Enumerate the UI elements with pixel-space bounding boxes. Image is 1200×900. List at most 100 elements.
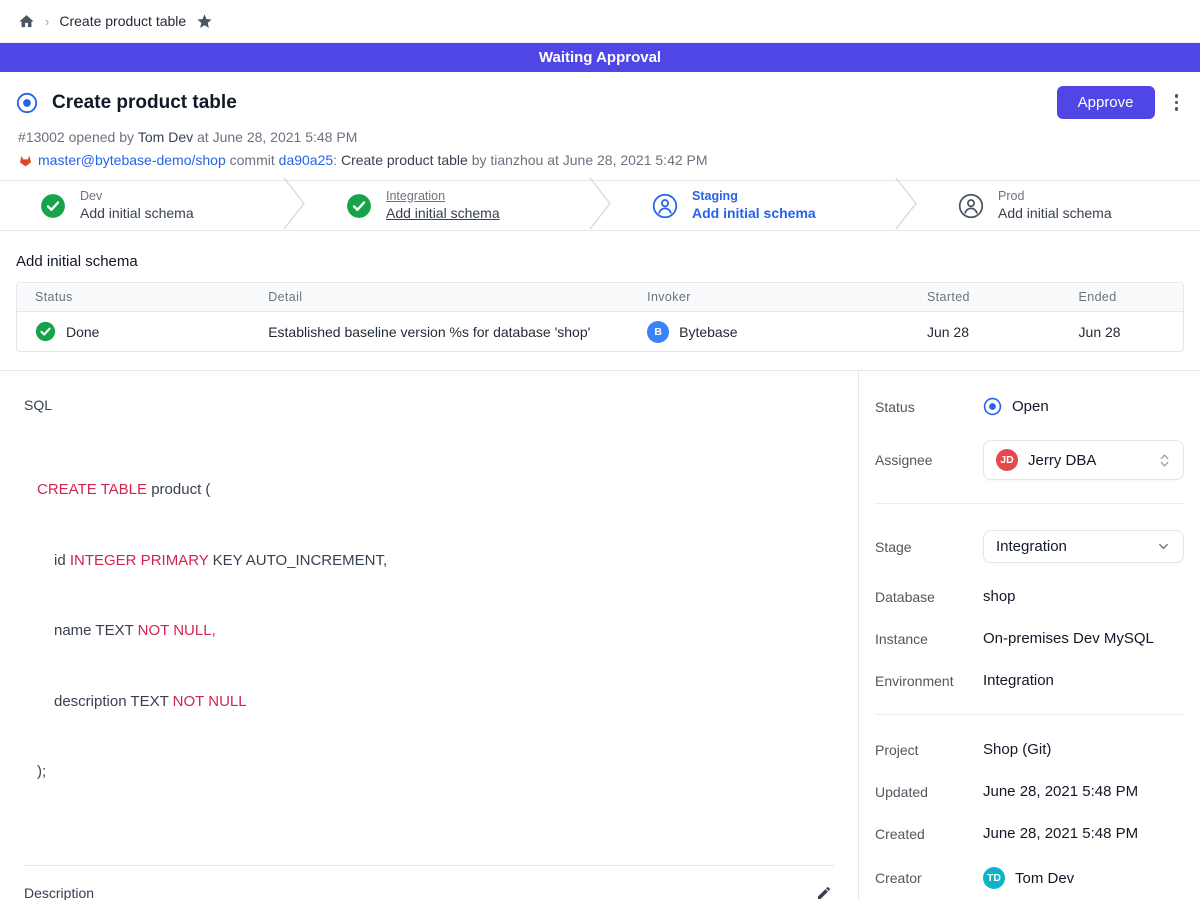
stage-separator-chevron bbox=[894, 178, 918, 234]
breadcrumb-page-title: Create product table bbox=[59, 13, 186, 29]
task-table-header: Status Detail Invoker Started Ended bbox=[17, 283, 1183, 311]
commit-word: commit bbox=[230, 152, 275, 168]
col-started: Started bbox=[909, 290, 1061, 304]
creator-label: Creator bbox=[875, 870, 983, 886]
sql-keyword: INTEGER PRIMARY bbox=[70, 552, 209, 569]
pipeline-stage-bar: Dev Add initial schema Integration Add i… bbox=[0, 180, 1200, 231]
stage-env-label: Staging bbox=[692, 189, 816, 205]
commit-colon: : bbox=[333, 152, 337, 168]
branch-repo-link[interactable]: master@bytebase-demo/shop bbox=[38, 152, 226, 168]
creator-avatar: TD bbox=[983, 867, 1005, 889]
chevron-down-icon bbox=[1156, 539, 1171, 554]
creator-value: Tom Dev bbox=[1015, 870, 1074, 887]
assignee-select[interactable]: JD Jerry DBA bbox=[983, 440, 1184, 480]
col-invoker: Invoker bbox=[629, 290, 909, 304]
updated-label: Updated bbox=[875, 784, 983, 800]
gitlab-icon bbox=[18, 153, 33, 168]
chevron-right-icon: › bbox=[45, 14, 49, 29]
table-row[interactable]: Done Established baseline version %s for… bbox=[17, 311, 1183, 351]
col-status: Status bbox=[17, 290, 250, 304]
task-table: Status Detail Invoker Started Ended Done… bbox=[16, 282, 1184, 352]
stage-staging[interactable]: Staging Add initial schema bbox=[612, 181, 894, 230]
environment-label: Environment bbox=[875, 673, 983, 689]
stage-task-label: Add initial schema bbox=[692, 205, 816, 223]
commit-line: master@bytebase-demo/shop commit da90a25… bbox=[18, 152, 1184, 168]
sidebar-divider bbox=[875, 714, 1184, 715]
star-icon[interactable] bbox=[196, 13, 213, 30]
stage-task-label: Add initial schema bbox=[80, 205, 194, 223]
issue-open-icon bbox=[16, 92, 38, 114]
created-value: June 28, 2021 5:48 PM bbox=[983, 825, 1138, 842]
sql-code-block: CREATE TABLE product ( id INTEGER PRIMAR… bbox=[37, 431, 834, 831]
stage-task-label: Add initial schema bbox=[386, 205, 500, 223]
check-circle-icon bbox=[35, 321, 56, 342]
approve-button[interactable]: Approve bbox=[1057, 86, 1155, 119]
sql-label: SQL bbox=[24, 397, 834, 413]
task-invoker: Bytebase bbox=[679, 324, 737, 340]
issue-meta: #13002 opened by Tom Dev at June 28, 202… bbox=[18, 129, 1184, 145]
banner-text: Waiting Approval bbox=[539, 49, 661, 66]
breadcrumb: › Create product table bbox=[0, 0, 1200, 43]
stage-select[interactable]: Integration bbox=[983, 530, 1184, 563]
invoker-avatar: B bbox=[647, 321, 669, 343]
updated-value: June 28, 2021 5:48 PM bbox=[983, 783, 1138, 800]
main-column: SQL CREATE TABLE product ( id INTEGER PR… bbox=[0, 371, 858, 900]
stage-value: Integration bbox=[996, 538, 1067, 555]
pending-approval-icon bbox=[958, 193, 984, 219]
section-divider bbox=[24, 865, 834, 866]
check-circle-icon bbox=[40, 193, 66, 219]
environment-value: Integration bbox=[983, 672, 1054, 689]
stage-label: Stage bbox=[875, 539, 983, 555]
project-label: Project bbox=[875, 742, 983, 758]
issue-sidebar: Status Open Assignee JD Jerry DBA Stage bbox=[858, 371, 1200, 900]
approval-status-banner: Waiting Approval bbox=[0, 43, 1200, 72]
edit-pencil-icon[interactable] bbox=[814, 883, 834, 900]
commit-hash-link[interactable]: da90a25 bbox=[279, 152, 334, 168]
assignee-value: Jerry DBA bbox=[1028, 452, 1096, 469]
check-circle-icon bbox=[346, 193, 372, 219]
sql-text: id bbox=[54, 552, 70, 569]
more-actions-icon[interactable] bbox=[1169, 90, 1185, 115]
commit-message: Create product table bbox=[341, 152, 468, 168]
sql-text: description TEXT bbox=[54, 693, 173, 710]
sql-keyword: CREATE TABLE bbox=[37, 481, 147, 498]
stage-task-label: Add initial schema bbox=[998, 205, 1112, 223]
pending-approval-icon bbox=[652, 193, 678, 219]
page-title: Create product table bbox=[52, 92, 237, 114]
stage-integration[interactable]: Integration Add initial schema bbox=[306, 181, 588, 230]
stage-env-label: Integration bbox=[386, 189, 500, 205]
sidebar-divider bbox=[875, 503, 1184, 504]
issue-header: Create product table Approve #13002 open… bbox=[0, 72, 1200, 180]
col-ended: Ended bbox=[1061, 290, 1183, 304]
task-ended: Jun 28 bbox=[1061, 324, 1183, 340]
issue-meta-prefix: #13002 opened by bbox=[18, 129, 138, 145]
stage-env-label: Dev bbox=[80, 189, 194, 205]
task-started: Jun 28 bbox=[909, 324, 1061, 340]
database-label: Database bbox=[875, 589, 983, 605]
home-icon[interactable] bbox=[18, 13, 35, 30]
task-name-title: Add initial schema bbox=[16, 253, 1184, 270]
description-label: Description bbox=[24, 885, 94, 900]
stage-detail-section: Add initial schema Status Detail Invoker… bbox=[0, 231, 1200, 370]
status-open-icon bbox=[983, 397, 1002, 416]
sql-text: KEY AUTO_INCREMENT, bbox=[208, 552, 387, 569]
stage-prod[interactable]: Prod Add initial schema bbox=[918, 181, 1200, 230]
status-value: Open bbox=[1012, 398, 1049, 415]
issue-author: Tom Dev bbox=[138, 129, 193, 145]
created-label: Created bbox=[875, 826, 983, 842]
status-label: Status bbox=[875, 399, 983, 415]
sql-keyword: NOT NULL, bbox=[138, 622, 216, 639]
sql-text: name TEXT bbox=[54, 622, 138, 639]
col-detail: Detail bbox=[250, 290, 629, 304]
issue-meta-suffix: at June 28, 2021 5:48 PM bbox=[193, 129, 357, 145]
chevron-updown-icon bbox=[1158, 452, 1171, 469]
database-value: shop bbox=[983, 588, 1016, 605]
sql-text: product ( bbox=[147, 481, 210, 498]
instance-label: Instance bbox=[875, 631, 983, 647]
task-status: Done bbox=[66, 324, 99, 340]
stage-dev[interactable]: Dev Add initial schema bbox=[0, 181, 282, 230]
assignee-avatar: JD bbox=[996, 449, 1018, 471]
task-detail: Established baseline version %s for data… bbox=[250, 324, 629, 340]
project-value: Shop (Git) bbox=[983, 741, 1051, 758]
stage-separator-chevron bbox=[588, 178, 612, 234]
